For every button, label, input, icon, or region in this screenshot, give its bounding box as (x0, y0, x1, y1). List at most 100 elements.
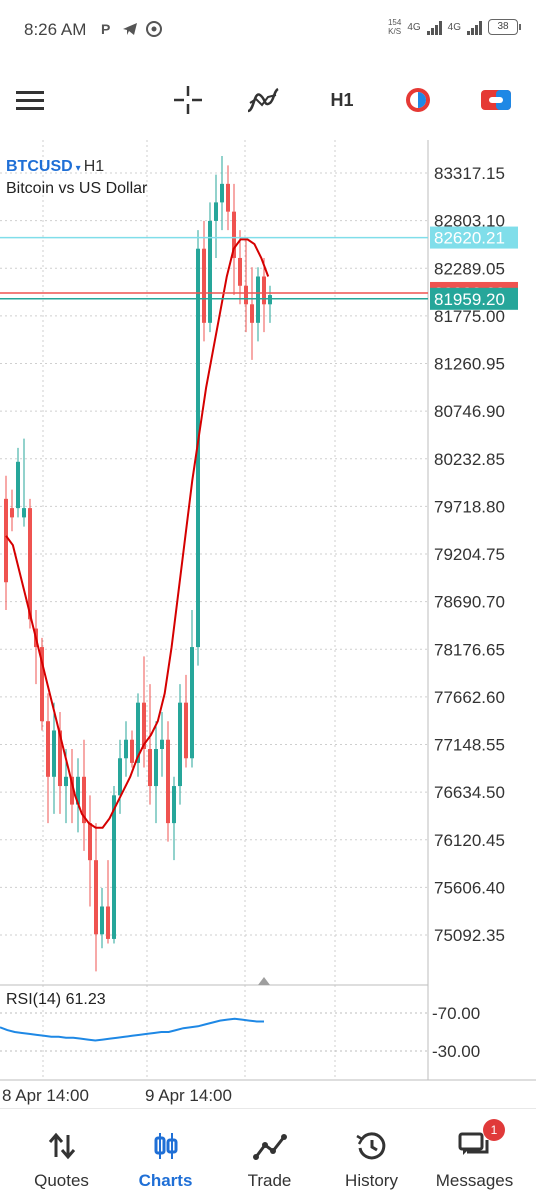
candle-body (106, 906, 110, 939)
candle-body (214, 202, 218, 221)
ask-price-label: 82620.21 (434, 229, 505, 248)
network-type-2: 4G (447, 21, 461, 33)
candle-body (262, 276, 266, 305)
price-axis-label: 80746.90 (434, 402, 505, 421)
whatsapp-icon (146, 21, 162, 37)
bid-price-label: 81959.20 (434, 290, 505, 309)
symbol-description: Bitcoin vs US Dollar (6, 180, 148, 197)
price-axis-label: 75092.35 (434, 926, 505, 945)
candle-body (46, 721, 50, 777)
nav-label: Trade (247, 1171, 292, 1190)
signal-bars-icon (467, 19, 482, 35)
status-time: 8:26 AM (24, 20, 87, 39)
nav-quotes[interactable]: Quotes (8, 1109, 115, 1200)
quotes-arrows-icon (48, 1132, 75, 1160)
candle-body (208, 220, 212, 323)
rsi-level-label: -70.00 (432, 1004, 480, 1023)
time-axis-label: 8 Apr 14:00 (2, 1086, 89, 1105)
candle-body (244, 285, 248, 305)
chart-area[interactable]: 83317.15 82803.10 82289.05 81775.00 81260.95… (0, 140, 536, 1110)
candle-body (88, 823, 92, 861)
candle-body (160, 739, 164, 749)
price-axis-label: 75606.40 (434, 878, 505, 897)
candle-body (118, 758, 122, 796)
symbol-name[interactable]: BTCUSD (6, 158, 73, 175)
candle-body (268, 295, 272, 305)
nav-charts[interactable]: Charts (112, 1109, 219, 1200)
history-clock-icon (355, 1132, 385, 1160)
price-axis-label: 77662.60 (434, 688, 505, 707)
nav-label: Charts (138, 1171, 193, 1190)
nav-history[interactable]: History (318, 1109, 425, 1200)
candle-body (148, 748, 152, 787)
nav-label: Quotes (34, 1171, 89, 1190)
price-axis-label: 76634.50 (434, 783, 505, 802)
rsi-line (0, 1017, 264, 1042)
messages-badge: 1 (483, 1119, 505, 1141)
bottom-navigation: Quotes Charts Trade History Messages 1 (0, 1108, 536, 1200)
candle-body (250, 304, 254, 323)
candle-body (154, 748, 158, 787)
candle-body (190, 647, 194, 759)
price-axis-label: 81260.95 (434, 355, 505, 374)
symbol-header[interactable]: BTCUSD ▾ H1 (6, 158, 104, 176)
candle-body (172, 786, 176, 824)
trade-line-icon (252, 1134, 287, 1160)
nav-messages[interactable]: Messages 1 (421, 1109, 528, 1200)
indicators-icon[interactable] (245, 82, 281, 118)
candle-body (238, 257, 242, 286)
price-axis-label: 76120.45 (434, 831, 505, 850)
signal-bars-icon (426, 19, 442, 35)
candle-body (124, 739, 128, 759)
status-right: 154 K/S 4G 4G 38 (387, 18, 521, 36)
status-bar: 8:26 AM P 154 K/S 4G 4G 38 (0, 0, 536, 60)
candle-body (10, 508, 14, 518)
nav-label: Messages (435, 1171, 514, 1190)
candle-body (28, 508, 32, 620)
price-chart[interactable]: 83317.1582803.1082289.0581775.0081260.95… (0, 140, 536, 1110)
telegram-icon (123, 23, 137, 35)
candle-body (112, 795, 116, 939)
charts-candles-icon (154, 1133, 177, 1159)
time-axis-label: 9 Apr 14:00 (145, 1086, 232, 1105)
candle-body (94, 860, 98, 935)
candle-body (52, 730, 56, 777)
price-axis-label: 77148.55 (434, 736, 505, 755)
timeframe-button[interactable]: H1 (322, 82, 362, 118)
candle-body (256, 276, 260, 323)
price-axis-label: 78176.65 (434, 640, 505, 659)
nav-label: History (345, 1171, 398, 1190)
nav-trade[interactable]: Trade (216, 1109, 323, 1200)
chart-toolbar: H1 (0, 70, 536, 130)
battery-icon: 38 (488, 19, 521, 35)
rsi-level-label: -30.00 (432, 1042, 480, 1061)
hamburger-menu-icon[interactable] (12, 82, 48, 118)
price-axis-label: 78690.70 (434, 593, 505, 612)
symbol-timeframe: H1 (83, 158, 105, 175)
candle-body (178, 702, 182, 787)
notification-p-icon: P (101, 21, 111, 37)
candle-body (130, 739, 134, 763)
net-speed: 154 K/S (387, 18, 402, 36)
price-axis-label: 83317.15 (434, 164, 505, 183)
one-click-trading-icon[interactable] (400, 82, 436, 118)
network-type-1: 4G (407, 21, 421, 33)
crosshair-icon[interactable] (170, 82, 206, 118)
candle-body (4, 498, 8, 583)
candle-body (226, 183, 230, 212)
dropdown-arrow-icon[interactable]: ▾ (76, 163, 81, 174)
candle-body (64, 776, 68, 787)
candle-body (202, 248, 206, 323)
candle-body (22, 508, 26, 518)
candle-body (166, 739, 170, 824)
trade-panel-icon[interactable] (478, 82, 514, 118)
rsi-label: RSI(14) 61.23 (6, 991, 106, 1008)
price-axis-label: 79718.80 (434, 497, 505, 516)
candle-body (100, 906, 104, 935)
candle-body (220, 183, 224, 203)
scroll-marker-icon (258, 977, 270, 985)
candle-body (184, 702, 188, 759)
price-axis-label: 80232.85 (434, 450, 505, 469)
price-axis-label: 82289.05 (434, 259, 505, 278)
price-axis-label: 79204.75 (434, 545, 505, 564)
